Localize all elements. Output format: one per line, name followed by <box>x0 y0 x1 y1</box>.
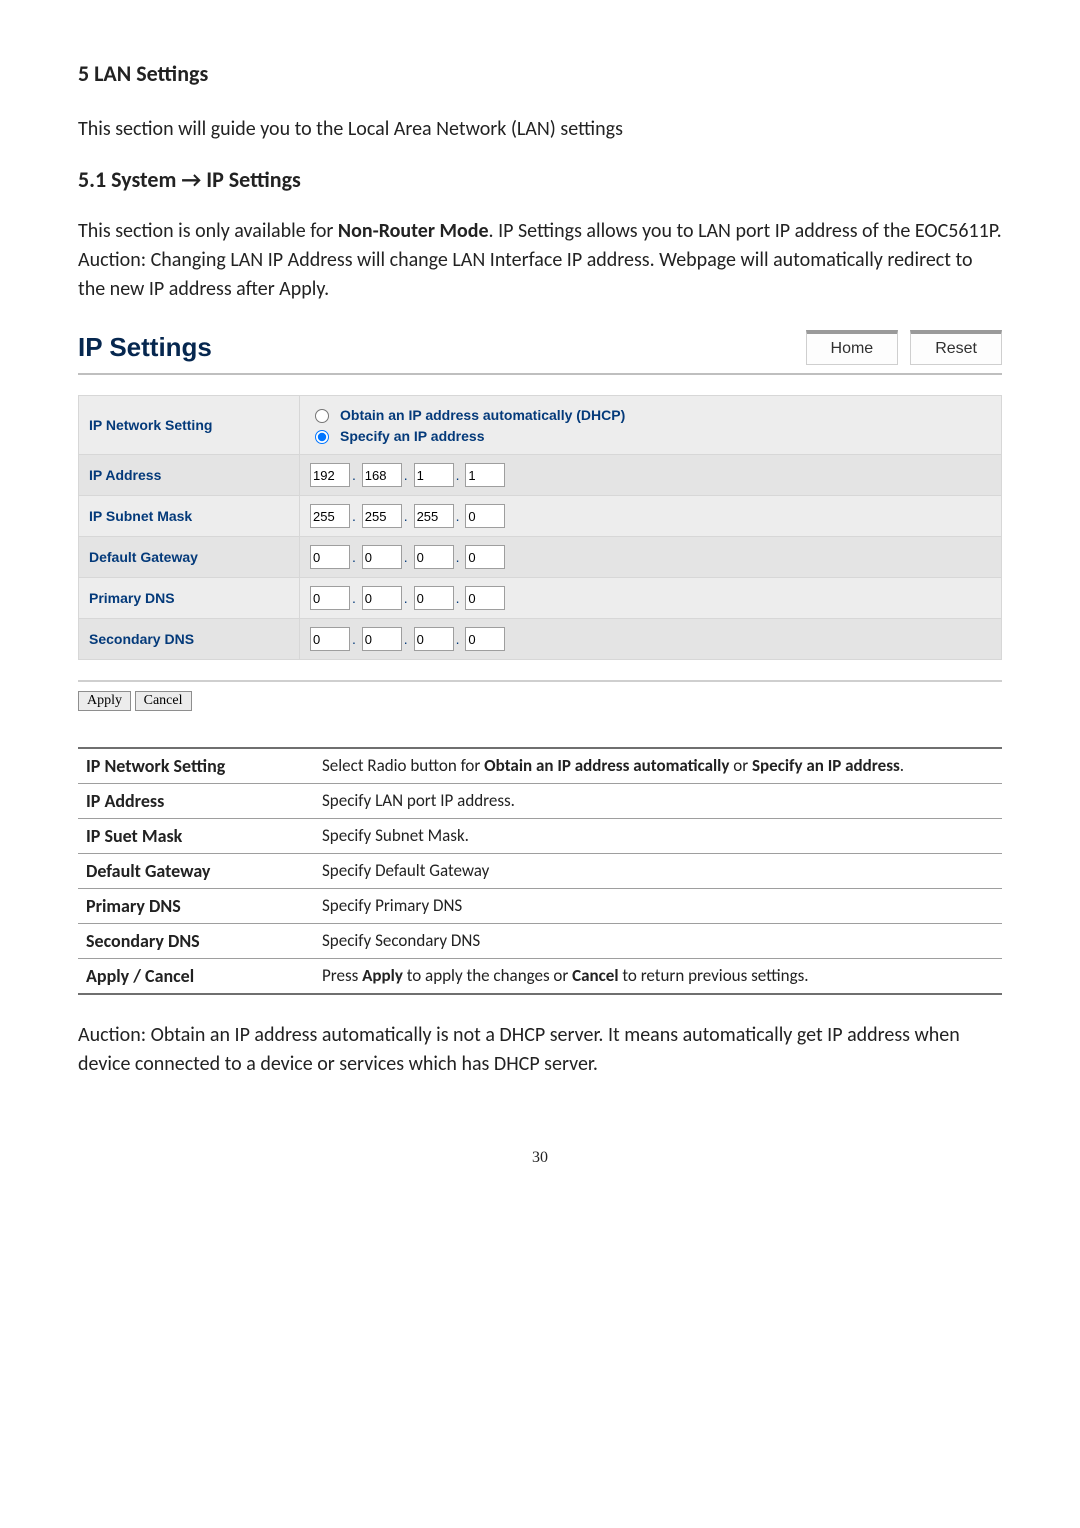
reset-button[interactable]: Reset <box>910 330 1002 365</box>
apply-button[interactable]: Apply <box>78 691 131 711</box>
para1-bold: Non-Router Mode <box>338 219 489 243</box>
page-number: 30 <box>78 1149 1002 1167</box>
sdns-octet-1[interactable] <box>310 627 350 651</box>
sdns-octet-2[interactable] <box>362 627 402 651</box>
gw-octet-2[interactable] <box>362 545 402 569</box>
ip-settings-title-bar: IP Settings Home Reset <box>78 326 1002 375</box>
label-gateway: Default Gateway <box>79 537 300 578</box>
desc-value: Press Apply to apply the changes or Canc… <box>314 959 1002 995</box>
desc-label: IP Address <box>78 784 314 819</box>
pdns-octet-3[interactable] <box>414 586 454 610</box>
ip-octet-1[interactable] <box>310 463 350 487</box>
desc-value: Specify LAN port IP address. <box>314 784 1002 819</box>
label-secondary-dns: Secondary DNS <box>79 619 300 660</box>
desc-value: Specify Secondary DNS <box>314 924 1002 959</box>
subsection-heading: 5.1 System → IP Settings <box>78 166 1002 193</box>
ip-octet-2[interactable] <box>362 463 402 487</box>
pdns-octet-4[interactable] <box>465 586 505 610</box>
desc-label: Apply / Cancel <box>78 959 314 995</box>
radio-dhcp-label: Obtain an IP address automatically (DHCP… <box>340 407 625 423</box>
form-button-row: Apply Cancel <box>78 680 1002 711</box>
ip-octet-4[interactable] <box>465 463 505 487</box>
home-button[interactable]: Home <box>806 330 899 365</box>
para1-c: . IP Settings allows you to LAN port IP … <box>489 219 1002 243</box>
desc-value: Specify Subnet Mask. <box>314 819 1002 854</box>
section-heading: 5 LAN Settings <box>78 60 1002 87</box>
gw-octet-1[interactable] <box>310 545 350 569</box>
desc-label: Secondary DNS <box>78 924 314 959</box>
radio-specify[interactable] <box>315 430 329 444</box>
pdns-octet-1[interactable] <box>310 586 350 610</box>
gw-octet-3[interactable] <box>414 545 454 569</box>
sdns-octet-4[interactable] <box>465 627 505 651</box>
description-table: IP Network Setting Select Radio button f… <box>78 747 1002 995</box>
ip-settings-form: IP Network Setting Obtain an IP address … <box>78 395 1002 660</box>
gw-octet-4[interactable] <box>465 545 505 569</box>
label-primary-dns: Primary DNS <box>79 578 300 619</box>
label-network-setting: IP Network Setting <box>79 396 300 455</box>
desc-label: Primary DNS <box>78 889 314 924</box>
subnet-octet-3[interactable] <box>414 504 454 528</box>
sdns-octet-3[interactable] <box>414 627 454 651</box>
label-subnet: IP Subnet Mask <box>79 496 300 537</box>
ip-octet-3[interactable] <box>414 463 454 487</box>
desc-label: Default Gateway <box>78 854 314 889</box>
intro-paragraph: This section will guide you to the Local… <box>78 115 1002 144</box>
para2: Auction: Changing LAN IP Address will ch… <box>78 248 973 301</box>
pdns-octet-2[interactable] <box>362 586 402 610</box>
subnet-octet-4[interactable] <box>465 504 505 528</box>
desc-label: IP Suet Mask <box>78 819 314 854</box>
desc-label: IP Network Setting <box>78 748 314 784</box>
auction-note: Auction: Obtain an IP address automatica… <box>78 1021 1002 1079</box>
desc-value: Select Radio button for Obtain an IP add… <box>314 748 1002 784</box>
subnet-octet-1[interactable] <box>310 504 350 528</box>
desc-value: Specify Primary DNS <box>314 889 1002 924</box>
ip-settings-title: IP Settings <box>78 332 794 363</box>
para1-a: This section is only available for <box>78 219 338 243</box>
desc-value: Specify Default Gateway <box>314 854 1002 889</box>
label-ip-address: IP Address <box>79 455 300 496</box>
radio-specify-label: Specify an IP address <box>340 428 484 444</box>
radio-dhcp[interactable] <box>315 409 329 423</box>
cancel-button[interactable]: Cancel <box>135 691 192 711</box>
subsection-paragraph-1: This section is only available for Non-R… <box>78 217 1002 304</box>
subnet-octet-2[interactable] <box>362 504 402 528</box>
